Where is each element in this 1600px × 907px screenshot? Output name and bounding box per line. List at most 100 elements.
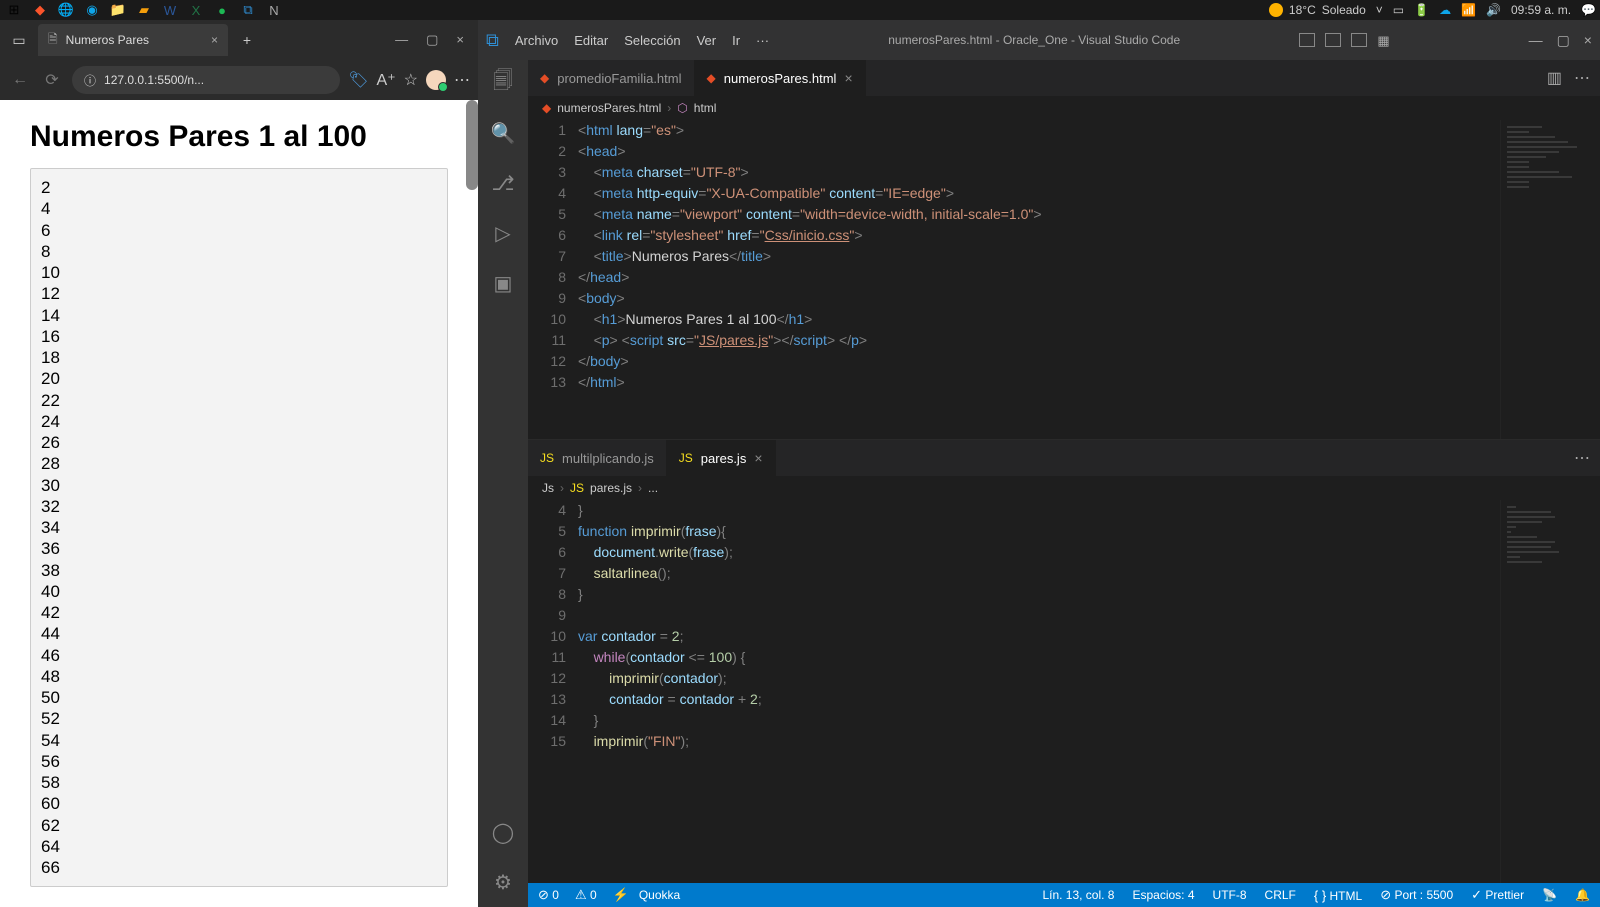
layout-bottom-icon[interactable] [1325, 33, 1341, 47]
settings-icon[interactable]: ⚙ [490, 869, 516, 895]
browser-tab[interactable]: 🗎 Numeros Pares × [38, 24, 228, 56]
more-icon[interactable]: ⋯ [1574, 68, 1590, 88]
output-number: 30 [41, 475, 437, 496]
encoding[interactable]: UTF-8 [1213, 888, 1247, 902]
onedrive-icon[interactable]: ☁ [1439, 3, 1451, 17]
browser-toolbar: ← ⟳ ⓘ 127.0.0.1:5500/n... 🏷 A⁺ ☆ ⋯ [0, 60, 478, 100]
maximize-icon[interactable]: ▢ [426, 32, 438, 48]
more-icon[interactable]: ⋯ [1574, 448, 1590, 468]
battery-icon[interactable]: 🔋 [1414, 3, 1429, 17]
layout-right-icon[interactable] [1351, 33, 1367, 47]
profile-avatar[interactable] [426, 70, 446, 90]
output-number: 16 [41, 326, 437, 347]
breadcrumb[interactable]: ◆ numerosPares.html › ⬡ html [528, 96, 1600, 120]
cursor-position[interactable]: Lín. 13, col. 8 [1042, 888, 1114, 902]
shopping-icon[interactable]: 🏷 [348, 70, 368, 90]
refresh-icon[interactable]: ⟳ [40, 70, 64, 90]
chrome-icon[interactable]: 🌐 [56, 0, 76, 20]
close-tab-icon[interactable]: × [844, 70, 852, 86]
edge-icon[interactable]: ◉ [82, 0, 102, 20]
output-number: 66 [41, 857, 437, 878]
page-icon: 🗎 [48, 30, 58, 51]
output-number: 48 [41, 666, 437, 687]
favorite-icon[interactable]: ☆ [404, 70, 418, 90]
close-tab-icon[interactable]: × [211, 33, 218, 47]
spotify-icon[interactable]: ● [212, 0, 232, 20]
output-number: 58 [41, 772, 437, 793]
vscode-logo-icon: ⧉ [486, 30, 499, 51]
url-text: 127.0.0.1:5500/n... [104, 73, 204, 87]
wifi-icon[interactable]: 📶 [1461, 3, 1476, 17]
editor-tab[interactable]: JSmultilplicando.js [528, 440, 667, 476]
output-number: 64 [41, 836, 437, 857]
eol[interactable]: CRLF [1265, 888, 1296, 902]
code-editor[interactable]: 456789101112131415 }function imprimir(fr… [528, 500, 1600, 883]
word-icon[interactable]: W [160, 0, 180, 20]
volume-icon[interactable]: 🔊 [1486, 3, 1501, 17]
menu-item[interactable]: Ver [697, 33, 717, 48]
notifications-icon[interactable]: 💬 [1581, 3, 1596, 17]
bell-icon[interactable]: 🔔 [1575, 888, 1590, 902]
output-number: 26 [41, 432, 437, 453]
minimize-icon[interactable]: — [1529, 32, 1543, 49]
back-icon[interactable]: ← [8, 71, 32, 89]
close-tab-icon[interactable]: × [754, 450, 762, 466]
indent-setting[interactable]: Espacios: 4 [1132, 888, 1194, 902]
start-icon[interactable]: ⊞ [4, 0, 24, 20]
explorer-icon[interactable]: 🗐 [490, 70, 516, 96]
output-number: 54 [41, 730, 437, 751]
chevron-up-icon[interactable]: ˅ [1376, 3, 1383, 17]
layout-left-icon[interactable] [1299, 33, 1315, 47]
warnings-badge[interactable]: ⚠ 0 [575, 887, 597, 903]
tab-label: pares.js [701, 451, 747, 466]
prettier-status[interactable]: ✓ Prettier [1471, 887, 1524, 903]
address-bar[interactable]: ⓘ 127.0.0.1:5500/n... [72, 66, 340, 94]
tray-icon[interactable]: ▭ [1393, 3, 1404, 17]
layout-grid-icon[interactable]: ▦ [1377, 33, 1393, 47]
menu-item[interactable]: Editar [574, 33, 608, 48]
minimap[interactable] [1500, 500, 1600, 883]
close-icon[interactable]: × [456, 32, 464, 48]
source-control-icon[interactable]: ⎇ [490, 170, 516, 196]
minimap[interactable] [1500, 120, 1600, 439]
excel-icon[interactable]: X [186, 0, 206, 20]
explorer-icon[interactable]: 📁 [108, 0, 128, 20]
editor-tab[interactable]: JSpares.js× [667, 440, 776, 476]
activity-bar: 🗐 🔍 ⎇ ▷ ▣ ◯ ⚙ [478, 60, 528, 907]
brave-icon[interactable]: ◆ [30, 0, 50, 20]
breadcrumb[interactable]: Js › JS pares.js › ... [528, 476, 1600, 500]
feedback-icon[interactable]: 📡 [1542, 888, 1557, 902]
extensions-icon[interactable]: ▣ [490, 270, 516, 296]
close-icon[interactable]: × [1584, 32, 1592, 49]
menu-item[interactable]: Ir [732, 33, 740, 48]
new-tab-icon[interactable]: + [234, 27, 260, 53]
crumb-element: html [694, 101, 717, 115]
account-icon[interactable]: ◯ [490, 819, 516, 845]
errors-badge[interactable]: ⊘ 0 [538, 887, 559, 903]
notion-icon[interactable]: N [264, 0, 284, 20]
live-server-port[interactable]: ⊘ Port : 5500 [1380, 887, 1453, 903]
menu-item[interactable]: ··· [756, 33, 769, 48]
browser-viewport[interactable]: Numeros Pares 1 al 100 24681012141618202… [0, 100, 478, 907]
output-number: 50 [41, 687, 437, 708]
minimize-icon[interactable]: — [395, 32, 408, 48]
more-icon[interactable]: ⋯ [454, 70, 470, 90]
menu-item[interactable]: Archivo [515, 33, 558, 48]
clock[interactable]: 09:59 a. m. [1511, 3, 1571, 17]
sublime-icon[interactable]: ▰ [134, 0, 154, 20]
language-mode[interactable]: { } HTML [1314, 888, 1362, 903]
reader-icon[interactable]: A⁺ [377, 70, 396, 90]
debug-icon[interactable]: ▷ [490, 220, 516, 246]
split-editor-icon[interactable]: ▥ [1547, 68, 1562, 88]
code-editor[interactable]: 12345678910111213 <html lang="es"><head>… [528, 120, 1600, 439]
scrollbar-thumb[interactable] [466, 100, 478, 190]
vscode-task-icon[interactable]: ⧉ [238, 0, 258, 20]
editor-tab[interactable]: ◆promedioFamilia.html [528, 60, 695, 96]
editor-tab[interactable]: ◆numerosPares.html× [695, 60, 866, 96]
weather-widget[interactable]: 18°C Soleado [1269, 3, 1366, 17]
maximize-icon[interactable]: ▢ [1557, 32, 1570, 49]
quokka-indicator[interactable]: ⚡ Quokka [613, 887, 681, 903]
search-icon[interactable]: 🔍 [490, 120, 516, 146]
tab-overview-icon[interactable]: ▭ [6, 27, 32, 53]
menu-item[interactable]: Selección [624, 33, 680, 48]
